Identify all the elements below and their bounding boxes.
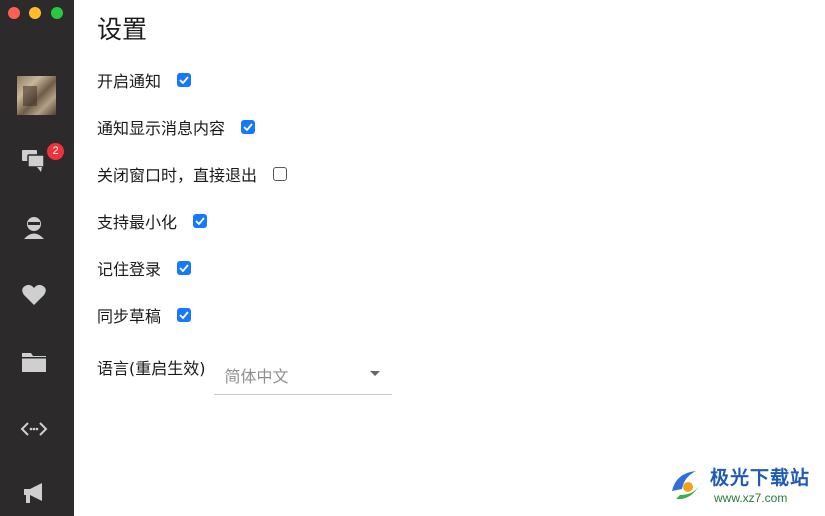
unread-badge: 2 — [47, 143, 64, 160]
sidebar-item-favorites[interactable] — [18, 280, 50, 310]
show-message-content-checkbox[interactable] — [241, 120, 256, 134]
check-icon — [243, 123, 253, 131]
watermark-logo-icon — [672, 471, 702, 500]
language-label: 语言(重启生效) — [97, 359, 206, 378]
folder-icon — [22, 353, 46, 372]
heart-icon — [22, 284, 46, 305]
check-icon — [179, 311, 189, 319]
watermark: 极光下载站 www.xz7.com — [666, 463, 816, 509]
setting-label: 记住登录 — [97, 260, 162, 279]
sidebar: 2 — [0, 0, 74, 516]
setting-show-message-content[interactable]: 通知显示消息内容 — [97, 115, 256, 139]
setting-enable-notifications[interactable]: 开启通知 — [97, 68, 192, 92]
remember-login-checkbox[interactable] — [177, 261, 192, 275]
sync-drafts-checkbox[interactable] — [177, 308, 192, 322]
language-select[interactable]: 简体中文 — [213, 355, 392, 395]
setting-quit-on-close[interactable]: 关闭窗口时，直接退出 — [97, 162, 288, 186]
sidebar-item-files[interactable] — [18, 347, 50, 377]
setting-remember-login[interactable]: 记住登录 — [97, 256, 192, 280]
megaphone-icon — [24, 483, 42, 503]
user-avatar[interactable] — [17, 76, 56, 115]
check-icon — [195, 217, 205, 225]
check-icon — [179, 76, 189, 84]
allow-minimize-checkbox[interactable] — [193, 214, 208, 228]
window-minimize-button[interactable] — [29, 7, 41, 19]
sidebar-item-code[interactable] — [18, 414, 50, 444]
setting-language: 语言(重启生效) 简体中文 — [97, 355, 392, 395]
page-title: 设置 — [97, 15, 148, 44]
caret-down-icon — [369, 371, 380, 376]
quit-on-close-checkbox[interactable] — [273, 167, 288, 181]
window-close-button[interactable] — [8, 7, 20, 19]
setting-label: 支持最小化 — [97, 213, 178, 232]
window-zoom-button[interactable] — [51, 7, 63, 19]
watermark-text: 极光下载站 — [710, 467, 811, 489]
code-icon — [20, 422, 48, 436]
check-icon — [179, 264, 189, 272]
setting-label: 关闭窗口时，直接退出 — [97, 166, 258, 185]
setting-label: 通知显示消息内容 — [97, 119, 226, 138]
setting-label: 同步草稿 — [97, 307, 162, 326]
chat-icon — [22, 150, 45, 172]
settings-panel: 设置 开启通知 通知显示消息内容 关闭窗口时，直接退出 支持最小化 记住登录 同… — [74, 0, 825, 516]
sidebar-item-chats[interactable] — [18, 145, 50, 175]
setting-allow-minimize[interactable]: 支持最小化 — [97, 209, 208, 233]
enable-notifications-checkbox[interactable] — [177, 73, 192, 87]
sidebar-item-contacts[interactable] — [18, 212, 50, 242]
language-select-value: 简体中文 — [224, 367, 289, 386]
watermark-url: www.xz7.com — [714, 491, 788, 505]
setting-label: 开启通知 — [97, 72, 162, 91]
sidebar-item-announcements[interactable] — [18, 478, 50, 508]
contact-icon — [24, 217, 44, 239]
setting-sync-drafts[interactable]: 同步草稿 — [97, 303, 192, 327]
